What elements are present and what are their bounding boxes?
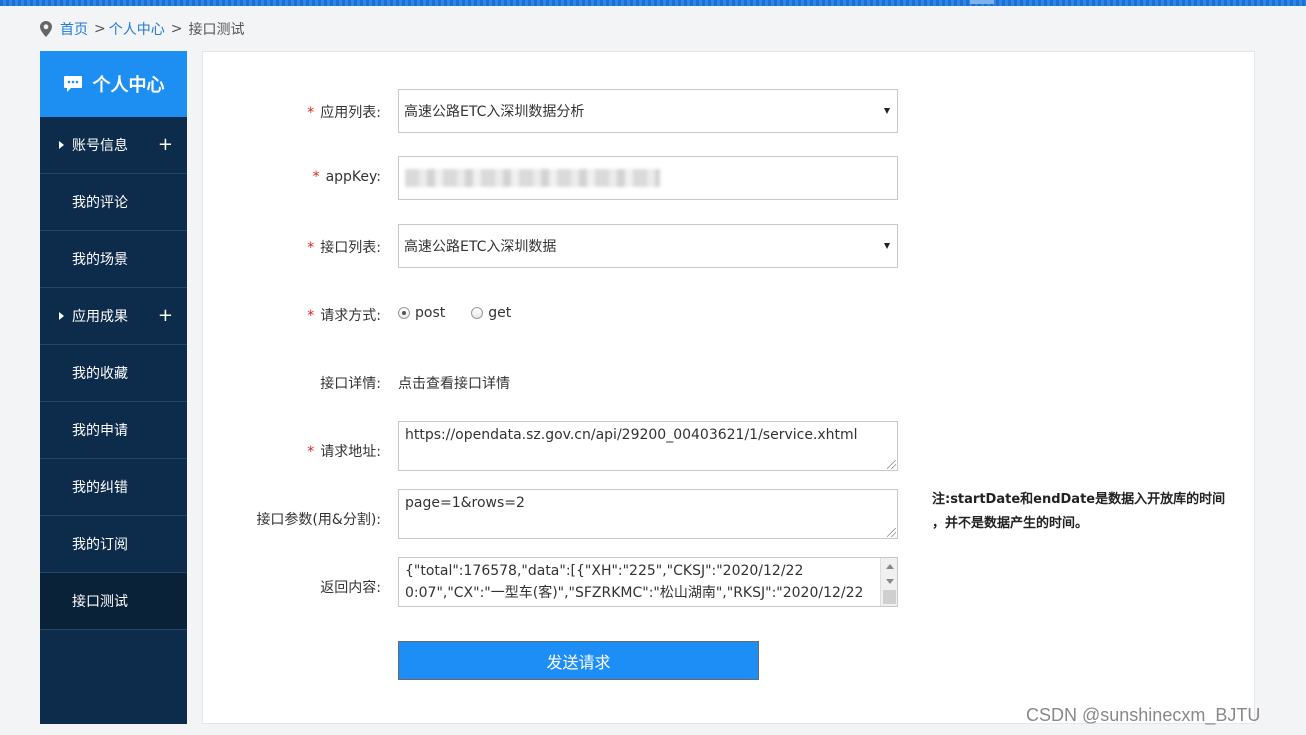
- appkey-label: * appKey:: [313, 169, 381, 185]
- api-list-value: 高速公路ETC入深圳数据: [404, 239, 557, 255]
- sidebar-item-api-test[interactable]: 接口测试: [40, 573, 187, 630]
- appkey-label-text: appKey:: [325, 169, 381, 185]
- appkey-input[interactable]: [398, 156, 898, 200]
- params-textarea[interactable]: page=1&rows=2: [398, 489, 898, 539]
- resize-handle-icon[interactable]: [887, 528, 896, 537]
- sidebar-item-comments[interactable]: 我的评论: [40, 174, 187, 231]
- api-list-label: * 接口列表:: [307, 237, 381, 257]
- sidebar-item-account[interactable]: 账号信息 +: [40, 117, 187, 174]
- note-line-2: ，并不是数据产生的时间。: [932, 516, 1089, 531]
- app-list-label: * 应用列表:: [307, 102, 381, 122]
- sidebar-item-label: 我的订阅: [72, 537, 128, 553]
- breadcrumb-separator: >: [170, 21, 183, 37]
- top-accent-bar: [0, 0, 1306, 6]
- sidebar-title: 个人中心: [92, 75, 165, 96]
- sidebar-item-label: 账号信息: [72, 138, 128, 154]
- required-mark: *: [307, 105, 315, 121]
- sidebar-item-label: 我的纠错: [72, 480, 128, 496]
- api-test-form-panel: * 应用列表: 高速公路ETC入深圳数据分析 * appKey: * 接口列表: 高速…: [202, 51, 1255, 724]
- api-list-label-text: 接口列表:: [320, 240, 381, 256]
- sidebar-item-label: 接口测试: [72, 594, 128, 610]
- expand-plus-icon[interactable]: +: [158, 136, 173, 154]
- method-get-label[interactable]: get: [488, 305, 511, 321]
- method-get-radio[interactable]: [471, 307, 484, 319]
- method-post-label[interactable]: post: [415, 305, 445, 321]
- dropdown-arrow-icon: [884, 243, 890, 249]
- sidebar-item-label: 我的评论: [72, 195, 128, 211]
- app-list-row: * 应用列表: 高速公路ETC入深圳数据分析: [203, 89, 1256, 133]
- params-value: page=1&rows=2: [405, 495, 525, 511]
- caret-right-icon: [59, 141, 64, 149]
- response-row: 返回内容: {"total":176578,"data":[{"XH":"225…: [203, 557, 1256, 607]
- api-list-select[interactable]: 高速公路ETC入深圳数据: [398, 224, 898, 268]
- app-list-select[interactable]: 高速公路ETC入深圳数据分析: [398, 89, 898, 133]
- redacted-appkey: [405, 169, 660, 187]
- method-label-text: 请求方式:: [320, 308, 381, 324]
- note-line-1: 注:startDate和endDate是数据入开放库的时间: [932, 492, 1226, 507]
- sidebar-item-applications[interactable]: 我的申请: [40, 402, 187, 459]
- top-bar-indicator: [970, 0, 994, 4]
- response-label: 返回内容:: [320, 580, 381, 596]
- send-request-button[interactable]: 发送请求: [398, 641, 759, 680]
- app-list-label-text: 应用列表:: [320, 105, 381, 121]
- sidebar-item-corrections[interactable]: 我的纠错: [40, 459, 187, 516]
- required-mark: *: [307, 308, 315, 324]
- caret-right-icon: [59, 312, 64, 320]
- detail-row: 接口详情: 点击查看接口详情: [203, 372, 1256, 392]
- resize-handle-icon[interactable]: [887, 460, 896, 469]
- url-label-text: 请求地址:: [320, 444, 381, 460]
- params-label: 接口参数(用&分割):: [256, 512, 381, 528]
- required-mark: *: [307, 444, 315, 460]
- request-url-textarea[interactable]: https://opendata.sz.gov.cn/api/29200_004…: [398, 421, 898, 471]
- view-api-detail-link[interactable]: 点击查看接口详情: [398, 373, 510, 393]
- response-scrollbar[interactable]: [880, 558, 897, 606]
- method-radio-group: post get: [398, 305, 537, 321]
- expand-plus-icon[interactable]: +: [158, 307, 173, 325]
- scroll-thumb[interactable]: [883, 590, 896, 604]
- breadcrumb-center-link[interactable]: 个人中心: [109, 19, 165, 39]
- params-row: 接口参数(用&分割): page=1&rows=2 注:startDate和en…: [203, 489, 1256, 539]
- location-pin-icon: [40, 21, 52, 37]
- api-list-row: * 接口列表: 高速公路ETC入深圳数据: [203, 224, 1256, 268]
- response-textarea[interactable]: {"total":176578,"data":[{"XH":"225","CKS…: [398, 557, 898, 607]
- sidebar-item-label: 我的收藏: [72, 366, 128, 382]
- required-mark: *: [312, 169, 320, 185]
- sidebar-item-label: 我的场景: [72, 252, 128, 268]
- response-value: {"total":176578,"data":[{"XH":"225","CKS…: [405, 563, 864, 601]
- breadcrumb-separator: >: [94, 21, 106, 37]
- sidebar-item-favorites[interactable]: 我的收藏: [40, 345, 187, 402]
- scroll-up-arrow-icon[interactable]: [886, 564, 894, 569]
- method-row: * 请求方式: post get: [203, 304, 1256, 324]
- detail-label: 接口详情:: [320, 376, 381, 392]
- scroll-down-arrow-icon[interactable]: [886, 579, 894, 584]
- required-mark: *: [307, 240, 315, 256]
- chat-bubble-icon: [63, 76, 82, 92]
- sidebar-item-label: 我的申请: [72, 423, 128, 439]
- sidebar-header: 个人中心: [40, 51, 187, 117]
- app-list-value: 高速公路ETC入深圳数据分析: [404, 104, 585, 120]
- request-url-value: https://opendata.sz.gov.cn/api/29200_004…: [405, 427, 858, 443]
- url-label: * 请求地址:: [307, 441, 381, 461]
- sidebar-item-results[interactable]: 应用成果 +: [40, 288, 187, 345]
- watermark: CSDN @sunshinecxm_BJTU: [1026, 705, 1261, 725]
- sidebar-item-scenes[interactable]: 我的场景: [40, 231, 187, 288]
- appkey-row: * appKey:: [203, 156, 1256, 200]
- breadcrumb: 首页 > 个人中心 > 接口测试: [40, 18, 244, 40]
- method-post-radio[interactable]: [398, 307, 410, 319]
- url-row: * 请求地址: https://opendata.sz.gov.cn/api/29…: [203, 421, 1256, 471]
- dropdown-arrow-icon: [884, 108, 890, 114]
- breadcrumb-home-link[interactable]: 首页: [60, 19, 88, 39]
- sidebar: 个人中心 账号信息 + 我的评论 我的场景 应用成果 + 我的收藏 我的申请 我…: [40, 51, 187, 724]
- sidebar-item-subscriptions[interactable]: 我的订阅: [40, 516, 187, 573]
- method-label: * 请求方式:: [307, 305, 381, 325]
- sidebar-item-label: 应用成果: [72, 309, 128, 325]
- breadcrumb-current: 接口测试: [188, 22, 245, 38]
- date-note: 注:startDate和endDate是数据入开放库的时间 ，并不是数据产生的时…: [932, 488, 1242, 536]
